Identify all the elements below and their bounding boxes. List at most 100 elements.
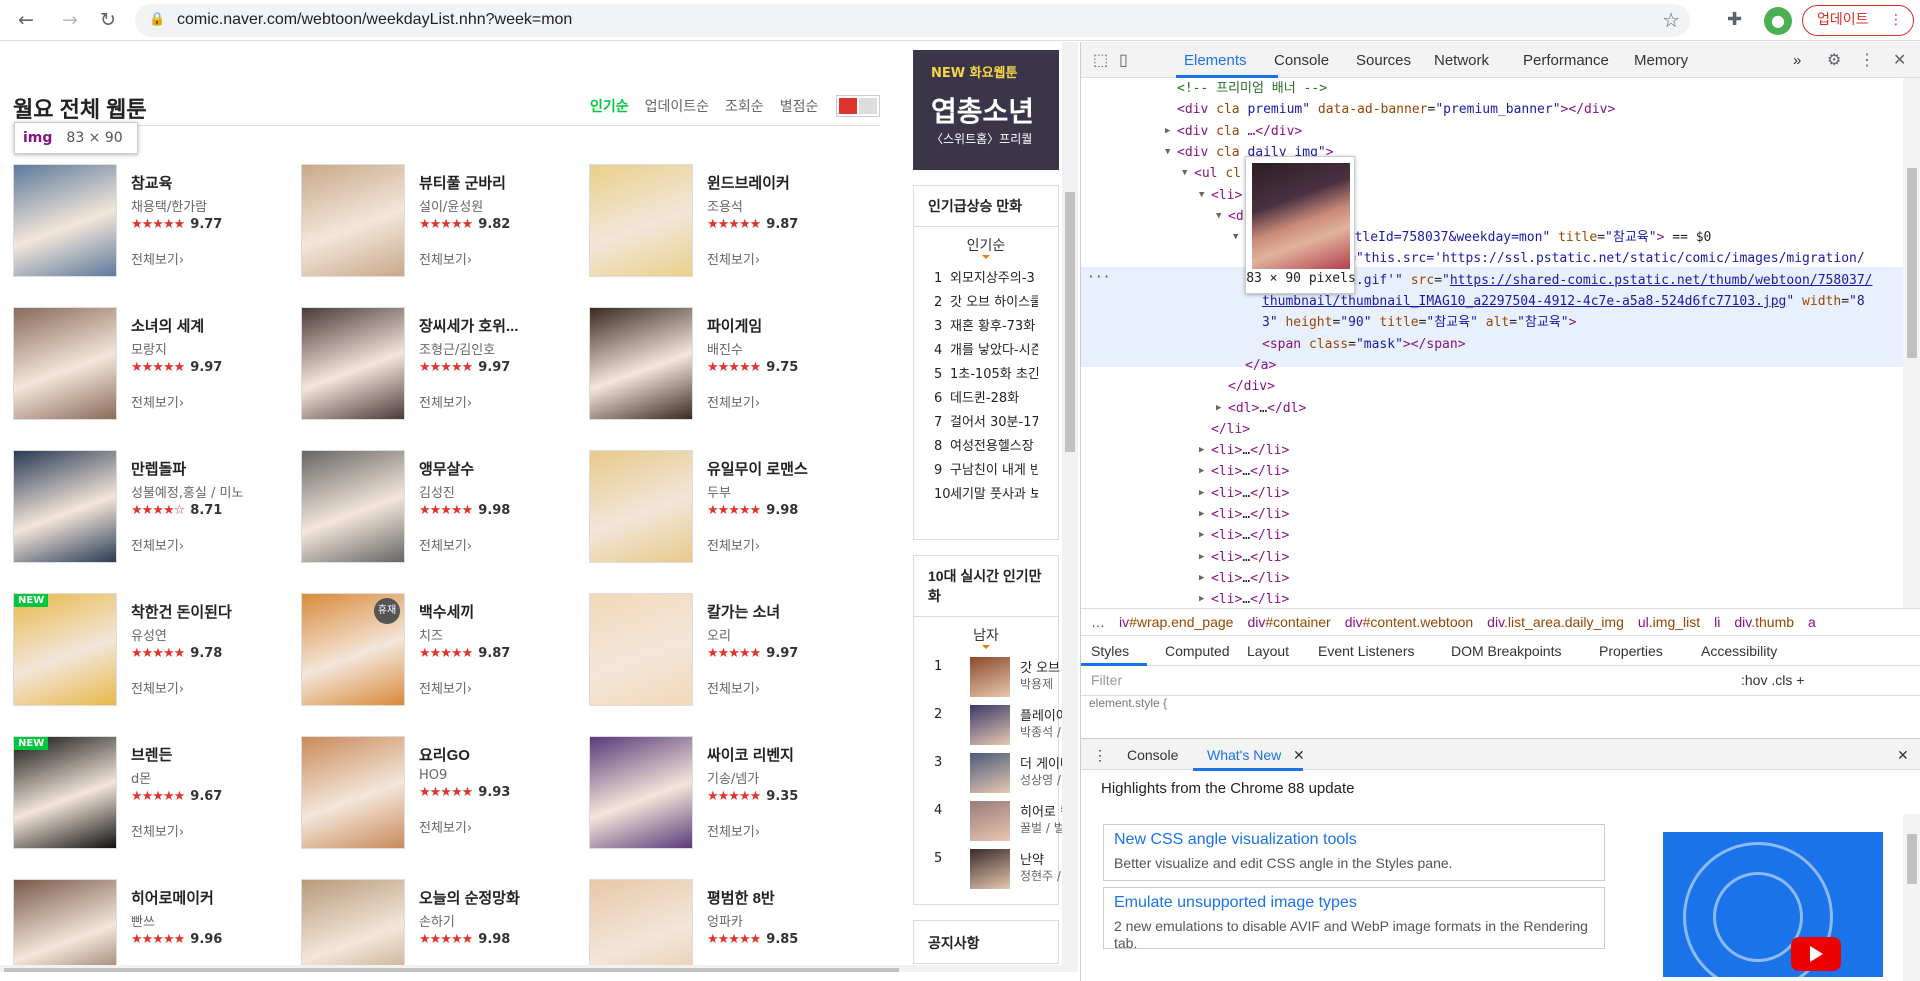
drawer-tab-console[interactable]: Console <box>1127 747 1178 763</box>
sort-tab[interactable]: 인기순 <box>590 96 629 116</box>
webtoon-thumbnail[interactable]: NEW <box>13 736 117 849</box>
filter-input[interactable]: Filter <box>1091 672 1122 688</box>
breadcrumb-item[interactable]: div.list_area.daily_img <box>1487 614 1624 630</box>
webtoon-item[interactable]: 앵무살수 김성진 ★★★★★ 9.98 전체보기› <box>301 450 591 590</box>
devtools-tab[interactable]: Sources <box>1356 52 1411 69</box>
webtoon-thumbnail[interactable] <box>13 450 117 563</box>
webtoon-title[interactable]: 싸이코 리벤지 <box>707 744 882 765</box>
dom-node-line[interactable]: <!-- 프리미엄 배너 --> <box>1177 78 1327 99</box>
expand-arrow-icon[interactable]: ▶ <box>1199 483 1204 504</box>
dom-node-line[interactable]: <div cla premium" data-ad-banner="premiu… <box>1177 99 1615 120</box>
dom-node-line[interactable]: <li>…</li> <box>1211 440 1289 461</box>
expand-arrow-icon[interactable]: ▶ <box>1199 547 1204 568</box>
update-button[interactable]: 업데이트 ⋮ <box>1802 5 1914 36</box>
rising-item[interactable]: 10세기말 풋사과 보 <box>934 483 1038 507</box>
filter-controls[interactable]: :hov .cls + <box>1741 672 1804 688</box>
view-toggle[interactable] <box>836 95 880 117</box>
webtoon-title[interactable]: 히어로메이커 <box>131 887 306 908</box>
dom-node-line[interactable]: <ul cl <box>1194 163 1241 184</box>
webtoon-title[interactable]: 칼가는 소녀 <box>707 601 882 622</box>
webtoon-title[interactable]: 윈드브레이커 <box>707 172 882 193</box>
styles-tab[interactable]: Event Listeners <box>1318 643 1415 659</box>
webtoon-thumbnail[interactable] <box>13 307 117 420</box>
webtoon-thumbnail[interactable] <box>301 307 405 420</box>
webtoon-thumbnail[interactable]: 휴재 <box>301 593 405 706</box>
webtoon-title[interactable]: 요리GO <box>419 744 594 765</box>
rank-title[interactable]: 걸어서 30분-17 <box>950 415 1038 430</box>
webtoon-thumbnail[interactable] <box>301 164 405 277</box>
webtoon-title[interactable]: 앵무살수 <box>419 458 594 479</box>
expand-arrow-icon[interactable]: ▼ <box>1182 163 1187 184</box>
scrollbar-thumb[interactable] <box>4 968 899 972</box>
close-icon[interactable]: ✕ <box>1893 50 1906 70</box>
dom-node-line[interactable]: </a> <box>1245 355 1276 376</box>
sort-tab[interactable]: 업데이트순 <box>645 96 709 116</box>
video-thumbnail[interactable] <box>1663 832 1883 977</box>
gear-icon[interactable]: ⚙ <box>1827 50 1841 70</box>
scrollbar-thumb[interactable] <box>1907 834 1917 884</box>
webtoon-thumbnail[interactable] <box>589 879 693 972</box>
realtime-thumbnail[interactable] <box>970 801 1010 841</box>
webtoon-item[interactable]: 만렙돌파 성불예정,홍실 / 미노 ★★★★☆ 8.71 전체보기› <box>13 450 303 590</box>
breadcrumb-item[interactable]: div#container <box>1247 614 1330 630</box>
realtime-item[interactable]: 5 난약 정현주 / <box>930 849 1061 897</box>
view-all-link[interactable]: 전체보기› <box>707 249 882 268</box>
rising-item[interactable]: 8 여성전용헬스장 <box>934 435 1038 459</box>
realtime-thumbnail[interactable] <box>970 849 1010 889</box>
webtoon-thumbnail[interactable] <box>589 164 693 277</box>
webtoon-item[interactable]: 유일무이 로맨스 두부 ★★★★★ 9.98 전체보기› <box>589 450 879 590</box>
styles-tab[interactable]: Computed <box>1165 643 1230 659</box>
webtoon-title[interactable]: 파이게임 <box>707 315 882 336</box>
expand-arrow-icon[interactable]: ▶ <box>1216 398 1221 419</box>
view-all-link[interactable]: 전체보기› <box>419 678 594 697</box>
styles-tab[interactable]: Styles <box>1091 643 1129 659</box>
rank-title[interactable]: 세기말 풋사과 보 <box>950 487 1038 502</box>
rank-title[interactable]: 외모지상주의-3 <box>950 271 1035 286</box>
webtoon-title[interactable]: 참교육 <box>131 172 306 193</box>
url-text[interactable]: comic.naver.com/webtoon/weekdayList.nhn?… <box>177 11 572 29</box>
devtools-tab[interactable]: Elements <box>1184 52 1247 69</box>
webtoon-thumbnail[interactable] <box>589 593 693 706</box>
webtoon-item[interactable]: 싸이코 리벤지 기송/넴가 ★★★★★ 9.35 전체보기› <box>589 736 879 876</box>
dom-node-line[interactable]: <li>…</li> <box>1211 525 1289 546</box>
realtime-thumbnail[interactable] <box>970 705 1010 745</box>
node-actions-icon[interactable]: ··· <box>1087 267 1110 288</box>
expand-arrow-icon[interactable]: ▶ <box>1199 504 1204 525</box>
webtoon-item[interactable]: NEW 착한건 돈이된다 유성연 ★★★★★ 9.78 전체보기› <box>13 593 303 733</box>
inspect-icon[interactable]: ⬚ <box>1093 50 1108 70</box>
view-all-link[interactable]: 전체보기› <box>131 678 306 697</box>
breadcrumb-item[interactable]: … <box>1091 614 1105 630</box>
webtoon-title[interactable]: 백수세끼 <box>419 601 594 622</box>
styles-tab[interactable]: Layout <box>1247 643 1289 659</box>
webtoon-item[interactable]: 뷰티풀 군바리 설이/윤성원 ★★★★★ 9.82 전체보기› <box>301 164 591 304</box>
realtime-item[interactable]: 1 갓 오브 박용제 <box>930 657 1060 705</box>
breadcrumb-item[interactable]: ul.img_list <box>1638 614 1700 630</box>
webtoon-item[interactable]: 히어로메이커빤쓰★★★★★9.96전체보기› <box>13 879 303 972</box>
webtoon-item[interactable]: 칼가는 소녀 오리 ★★★★★ 9.97 전체보기› <box>589 593 879 733</box>
puzzle-icon[interactable]: ✚ <box>1727 9 1742 30</box>
realtime-item[interactable]: 4 히어로 킬 꿀벌 / 벌 <box>930 801 1072 849</box>
webtoon-title[interactable]: 착한건 돈이된다 <box>131 601 306 622</box>
scrollbar-thumb[interactable] <box>1907 168 1917 358</box>
rising-item[interactable]: 6 데드퀸-28화 <box>934 387 1038 411</box>
webtoon-title[interactable]: 브렌든 <box>131 744 306 765</box>
drawer-menu-icon[interactable]: ⋮ <box>1093 747 1107 764</box>
expand-arrow-icon[interactable]: ▼ <box>1199 185 1204 206</box>
expand-arrow-icon[interactable]: ▼ <box>1233 227 1238 248</box>
view-all-link[interactable]: 전체보기› <box>707 392 882 411</box>
webtoon-item[interactable]: 파이게임 배진수 ★★★★★ 9.75 전체보기› <box>589 307 879 447</box>
view-all-link[interactable]: 전체보기› <box>419 817 594 836</box>
styles-tab[interactable]: Accessibility <box>1701 643 1777 659</box>
webtoon-title[interactable]: 장씨세가 호위... <box>419 315 594 336</box>
list-view-icon[interactable] <box>859 98 877 114</box>
device-toggle-icon[interactable]: ▯ <box>1119 50 1128 70</box>
webtoon-thumbnail[interactable] <box>589 736 693 849</box>
star-icon[interactable]: ☆ <box>1662 8 1680 32</box>
feature-title[interactable]: Emulate unsupported image types <box>1114 894 1357 912</box>
view-all-link[interactable]: 전체보기› <box>419 249 594 268</box>
rising-item[interactable]: 5 1초-105화 초긴 <box>934 363 1038 387</box>
rank-title[interactable]: 개를 낳았다-시즌 <box>950 343 1038 358</box>
realtime-item[interactable]: 2 플레이어 박종석 / <box>930 705 1068 753</box>
webtoon-title[interactable]: 만렙돌파 <box>131 458 306 479</box>
avatar-icon[interactable]: ● <box>1764 7 1792 35</box>
